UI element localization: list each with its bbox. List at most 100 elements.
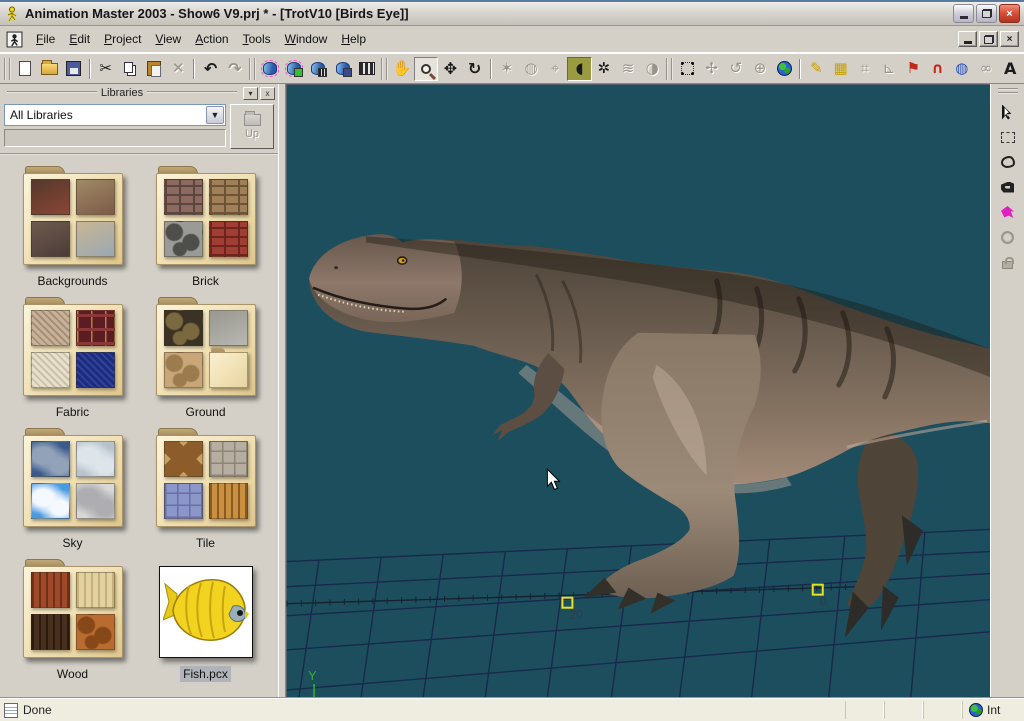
libraries-panel: Libraries ▾ x All Libraries ▼ Up Backgro… [0,84,278,697]
folder-icon[interactable] [23,304,123,396]
library-item-sky[interactable]: Sky [6,427,139,558]
muscle-mode-button[interactable]: ◖ [567,57,591,81]
palette-button[interactable]: ◑ [640,57,664,81]
bound-group-tool[interactable] [995,125,1021,149]
menu-tools[interactable]: Tools [236,29,278,49]
filmstrip-button[interactable] [355,57,379,81]
close-button[interactable]: × [999,4,1020,23]
lock-tool[interactable] [995,250,1021,274]
viewport-birds-eye[interactable]: 200 Y [286,84,990,697]
mdi-close-button[interactable]: × [1000,31,1019,47]
turn-view-button[interactable]: ↻ [463,57,487,81]
library-item-label[interactable]: Sky [59,535,85,551]
menu-project[interactable]: Project [97,29,148,49]
model-wireframe-button[interactable] [675,57,699,81]
mdi-restore-button[interactable] [979,31,998,47]
library-item-tile[interactable]: Tile [139,427,272,558]
magnet-button[interactable]: ∩ [925,57,949,81]
library-item-brick[interactable]: Brick [139,165,272,296]
pan-hand-button[interactable]: ✋ [390,57,414,81]
toolbar-grip[interactable] [998,88,1018,94]
folder-icon[interactable] [23,435,123,527]
app-icon [4,6,20,22]
curve-pen-button[interactable]: ✎ [804,57,828,81]
undo-button[interactable]: ↶ [198,57,222,81]
library-filter-combobox[interactable]: All Libraries ▼ [4,104,226,126]
new-project-button[interactable] [13,57,37,81]
grabber-tool[interactable] [995,200,1021,224]
spring-button[interactable]: ≋ [616,57,640,81]
keyframe-panel-button[interactable]: ▦ [829,57,853,81]
library-import-button[interactable] [282,57,306,81]
library-item-label[interactable]: Brick [189,273,222,289]
rotate-sphere-tool[interactable] [995,225,1021,249]
library-item-label[interactable]: Wood [54,666,91,682]
rotate-3d-button[interactable]: ↺ [724,57,748,81]
menu-file[interactable]: File [29,29,62,49]
library-item-label[interactable]: Fabric [53,404,92,420]
bone-mode-button[interactable]: ⌖ [543,57,567,81]
key-flag-button[interactable]: ⚑ [901,57,925,81]
library-item-fabric[interactable]: Fabric [6,296,139,427]
cut-button[interactable]: ✂ [94,57,118,81]
menu-edit[interactable]: Edit [62,29,97,49]
keyframe-marker[interactable] [813,585,823,595]
library-item-fish-pcx[interactable]: Fish.pcx [139,558,272,689]
library-item-backgrounds[interactable]: Backgrounds [6,165,139,296]
library-save-button[interactable] [330,57,354,81]
world-constraint-button[interactable]: ◍ [950,57,974,81]
scene-canvas[interactable]: 200 Y [286,84,990,697]
folder-icon[interactable] [23,173,123,265]
wire-sphere-button[interactable]: ◍ [519,57,543,81]
grid-snap-button[interactable]: ⌗ [853,57,877,81]
restore-button[interactable] [976,4,997,23]
zoom-button[interactable] [414,57,438,81]
select-arrow-tool[interactable] [995,100,1021,124]
menu-window[interactable]: Window [278,29,335,49]
minimize-button[interactable] [953,4,974,23]
globe-wire-button[interactable]: ⊕ [748,57,772,81]
translate-button[interactable]: ✢ [699,57,723,81]
delete-button[interactable]: ✕ [166,57,190,81]
menu-help[interactable]: Help [334,29,373,49]
library-item-label[interactable]: Backgrounds [34,273,110,289]
action-figure-button[interactable]: ✲ [592,57,616,81]
skeleton-mode-button[interactable]: ✶ [495,57,519,81]
menu-view[interactable]: View [148,29,188,49]
paste-button[interactable] [142,57,166,81]
texture-thumbnail [31,310,70,346]
menu-action[interactable]: Action [188,29,235,49]
folder-icon[interactable] [156,173,256,265]
chain-link-button[interactable]: ∞ [974,57,998,81]
text-tool-button[interactable]: A [998,57,1022,81]
library-item-label[interactable]: Fish.pcx [180,666,231,682]
open-button[interactable] [37,57,61,81]
copy-button[interactable] [118,57,142,81]
earth-button[interactable] [772,57,796,81]
library-item-label[interactable]: Ground [182,404,228,420]
up-button[interactable]: Up [230,104,274,149]
fish-image-icon[interactable] [159,566,253,658]
document-window-icon[interactable] [6,31,23,48]
save-all-button[interactable] [61,57,85,81]
zoom-region-button[interactable]: ✥ [438,57,462,81]
panel-close-button[interactable]: x [260,87,275,100]
trex-model[interactable] [309,234,990,638]
library-animation-button[interactable] [306,57,330,81]
library-item-label[interactable]: Tile [193,535,218,551]
folder-icon[interactable] [156,304,256,396]
panel-pin-button[interactable]: ▾ [243,87,258,100]
library-select-button[interactable] [258,57,282,81]
folder-icon[interactable] [156,435,256,527]
folder-icon[interactable] [23,566,123,658]
chevron-down-icon[interactable]: ▼ [206,106,224,124]
polygon-lasso-tool[interactable] [995,175,1021,199]
svg-text:Y: Y [308,668,317,683]
panel-splitter[interactable] [278,84,286,697]
redo-button[interactable]: ↷ [223,57,247,81]
ruler-tool-button[interactable]: ⊾ [877,57,901,81]
lasso-group-tool[interactable] [995,150,1021,174]
library-item-wood[interactable]: Wood [6,558,139,689]
mdi-minimize-button[interactable] [958,31,977,47]
library-item-ground[interactable]: Ground [139,296,272,427]
